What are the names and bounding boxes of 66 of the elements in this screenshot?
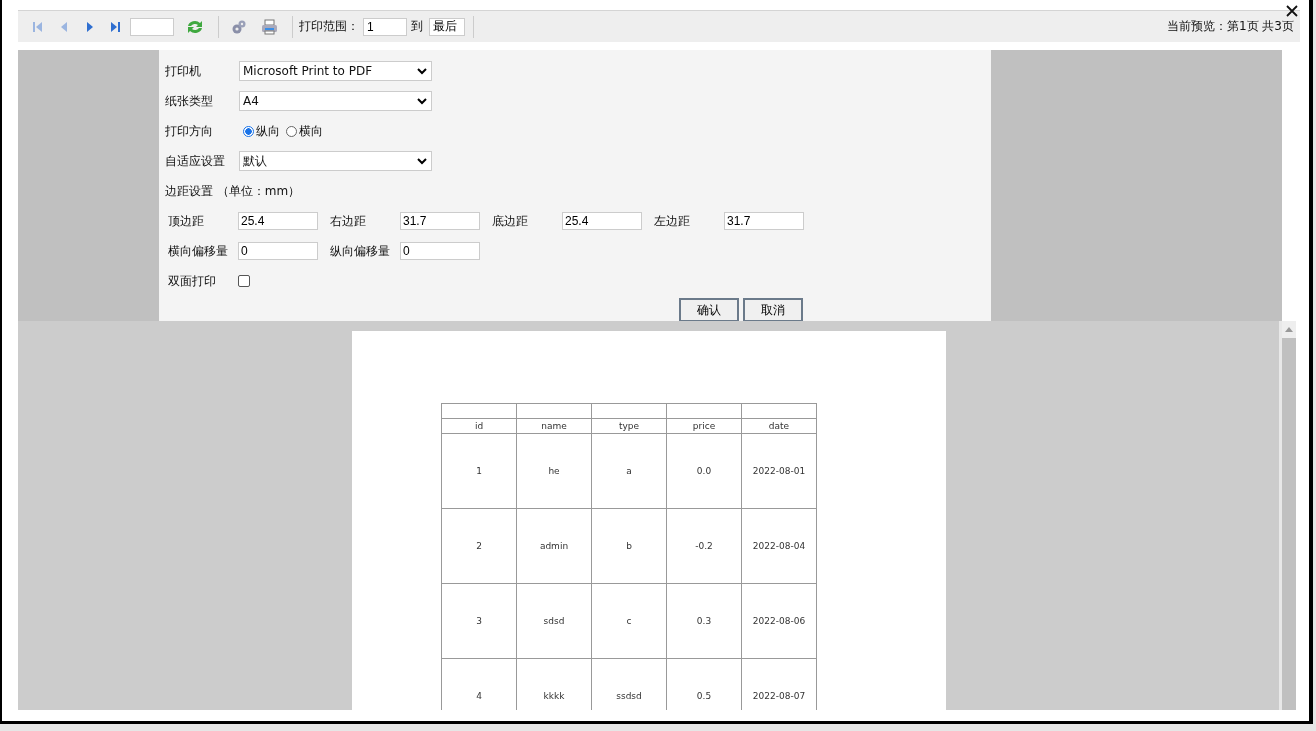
preview-status: 当前预览：第1页 共3页 <box>1166 18 1294 35</box>
field-label: 左边距 <box>654 212 691 230</box>
printer-select[interactable]: Microsoft Print to PDF <box>239 61 432 81</box>
refresh-icon[interactable] <box>186 18 204 35</box>
printer-icon[interactable] <box>261 18 278 35</box>
table-cell: -0.2 <box>666 508 742 584</box>
field-label: 纸张类型 <box>165 92 214 110</box>
table-cell: 2022-08-01 <box>741 433 817 509</box>
offset-field[interactable]: 0 <box>238 242 318 260</box>
table-cell: sdsd <box>516 583 592 659</box>
radio-button[interactable] <box>243 125 254 137</box>
field-label: 打印方向 <box>165 122 214 140</box>
margin-field[interactable]: 25.4 <box>562 212 642 230</box>
table-cell: 2 <box>441 508 517 584</box>
page-input[interactable] <box>130 17 174 36</box>
fit-select[interactable]: 默认 <box>239 151 432 171</box>
table-cell: 1 <box>441 433 517 509</box>
chevron-down-icon <box>417 157 427 165</box>
radio-button[interactable] <box>286 125 297 137</box>
field-label: 纵向偏移量 <box>330 242 391 260</box>
scrollbar[interactable] <box>1279 321 1296 710</box>
first-page-icon[interactable] <box>32 20 44 33</box>
chevron-down-icon <box>417 67 427 75</box>
paper-select[interactable]: A4 <box>239 91 432 111</box>
table-cell: a <box>591 433 667 509</box>
column-header: date <box>741 418 817 434</box>
field-label: 自适应设置 <box>165 152 226 170</box>
field-label: 双面打印 <box>168 272 217 290</box>
field-label: 横向偏移量 <box>168 242 229 260</box>
field-label: 顶边距 <box>168 212 205 230</box>
table-cell: c <box>591 583 667 659</box>
table-cell: 0.3 <box>666 583 742 659</box>
print-range-label: 打印范围： <box>299 18 359 35</box>
table-cell: 4 <box>441 658 517 710</box>
field-label: 底边距 <box>492 212 529 230</box>
chevron-down-icon <box>417 97 427 105</box>
scroll-up-icon[interactable] <box>1285 327 1293 332</box>
table-cell: 2022-08-06 <box>741 583 817 659</box>
range-to-field[interactable]: 最后 <box>429 17 465 36</box>
column-header: id <box>441 418 517 434</box>
column-header: type <box>591 418 667 434</box>
table-cell: 0.0 <box>666 433 742 509</box>
radio-label: 横向 <box>299 122 323 140</box>
field-label: 打印机 <box>165 62 202 80</box>
margin-field[interactable]: 31.7 <box>724 212 804 230</box>
checkbox[interactable] <box>238 275 250 287</box>
table-cell: 3 <box>441 583 517 659</box>
to-label: 到 <box>411 18 423 35</box>
radio-label: 纵向 <box>256 122 280 140</box>
field-label: 右边距 <box>330 212 367 230</box>
margin-field[interactable]: 25.4 <box>238 212 318 230</box>
table-cell: 2022-08-04 <box>741 508 817 584</box>
column-header: name <box>516 418 592 434</box>
margin-field[interactable]: 31.7 <box>400 212 480 230</box>
offset-field[interactable]: 0 <box>400 242 480 260</box>
table-cell: he <box>516 433 592 509</box>
gears-icon[interactable] <box>231 18 247 35</box>
table-cell: admin <box>516 508 592 584</box>
table-cell: b <box>591 508 667 584</box>
last-page-icon[interactable] <box>110 20 122 33</box>
close-icon[interactable] <box>1285 4 1299 18</box>
column-header: price <box>666 418 742 434</box>
cancel-button[interactable]: 取消 <box>743 298 803 322</box>
range-from-field[interactable]: 1 <box>363 17 407 36</box>
confirm-button[interactable]: 确认 <box>679 298 739 322</box>
section-title: 边距设置 （单位：mm） <box>165 182 301 200</box>
